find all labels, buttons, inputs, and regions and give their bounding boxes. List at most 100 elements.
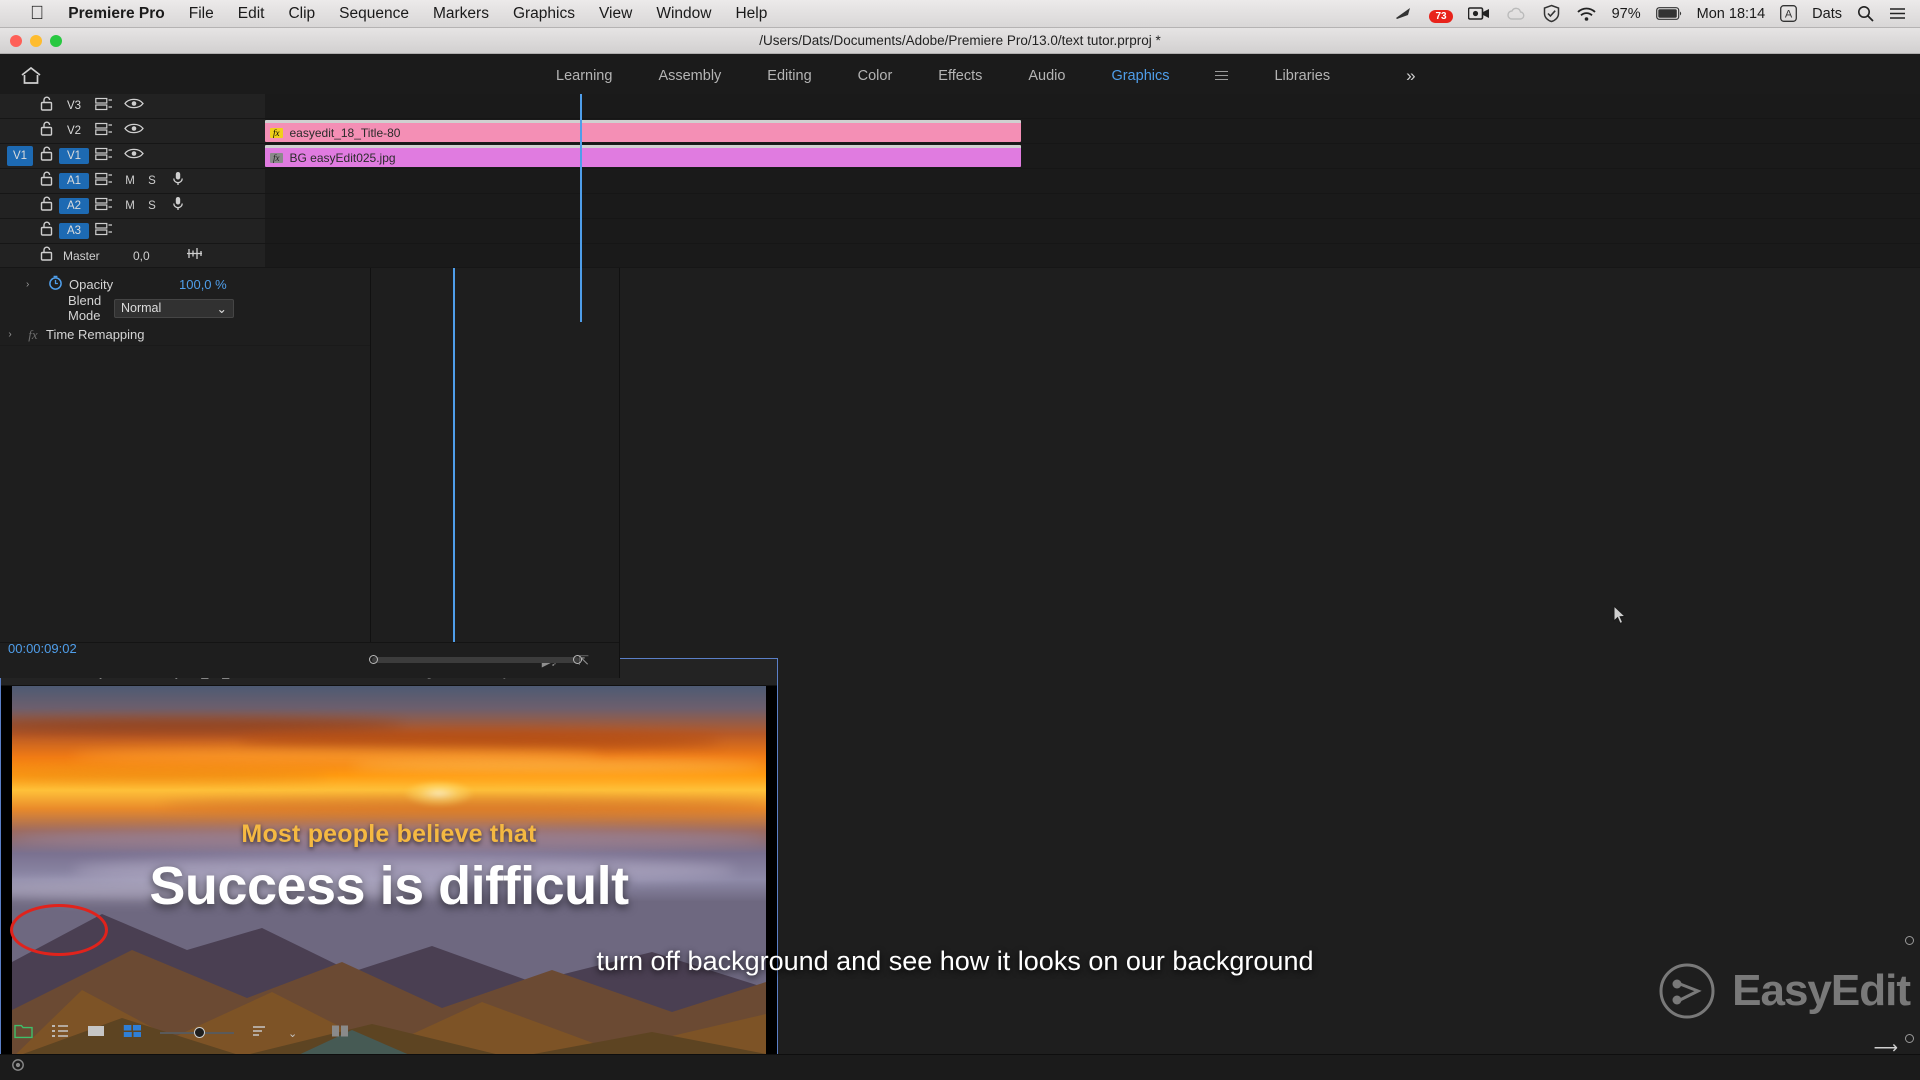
unlock-icon[interactable] [33,96,59,116]
menu-help[interactable]: Help [735,5,767,23]
track-output-icon[interactable] [89,122,119,141]
eye-icon[interactable] [119,97,149,115]
tab-assembly[interactable]: Assembly [658,68,721,84]
workspace-menu-icon[interactable] [1215,68,1229,83]
tab-libraries[interactable]: Libraries [1274,68,1330,84]
track-name-v1[interactable]: V1 [59,148,89,164]
master-level-value[interactable]: 0,0 [133,249,150,263]
unlock-icon[interactable] [33,221,59,241]
mute-button-a2[interactable]: M [119,200,141,212]
timeline-track-a3[interactable]: A3 [0,219,1920,244]
menu-edit[interactable]: Edit [238,5,265,23]
track-body-a1[interactable] [265,169,1920,193]
track-output-icon[interactable] [89,172,119,191]
minimize-window-button[interactable] [30,34,42,47]
tab-color[interactable]: Color [858,68,893,84]
track-name-v3[interactable]: V3 [59,98,89,114]
timeline-clip-bg[interactable]: fx BG easyEdit025.jpg [265,145,1021,167]
track-header-master[interactable]: Master 0,0 [0,244,265,267]
sync-lock-toggle[interactable] [7,221,33,241]
track-body-v3[interactable] [265,94,1920,118]
track-name-v2[interactable]: V2 [59,123,89,139]
spotlight-search-icon[interactable] [1857,5,1874,22]
sync-lock-toggle[interactable] [7,121,33,141]
microphone-icon[interactable] [163,171,193,191]
track-output-icon[interactable] [89,222,119,241]
menu-sequence[interactable]: Sequence [339,5,409,23]
track-body-v1[interactable]: fx BG easyEdit025.jpg [265,144,1920,168]
menu-file[interactable]: File [189,5,214,23]
mute-button-a1[interactable]: M [119,175,141,187]
apple-logo-icon[interactable]:  [30,4,44,23]
track-header-v1[interactable]: V1 V1 [0,144,265,168]
shield-vpn-icon[interactable] [1542,4,1561,23]
menu-app-name[interactable]: Premiere Pro [68,5,165,23]
track-header-v2[interactable]: V2 [0,119,265,143]
track-body-a2[interactable] [265,194,1920,218]
track-body-v2[interactable]: fx easyedit_18_Title-80 [265,119,1920,143]
account-name-label[interactable]: Dats [1812,6,1842,22]
menu-markers[interactable]: Markers [433,5,489,23]
timeline-track-master[interactable]: Master 0,0 [0,244,1920,268]
control-center-icon[interactable] [1889,6,1906,21]
timeline-track-v1[interactable]: V1 V1 fx BG easyEdit025.jpg [0,144,1920,169]
track-body-a3[interactable] [265,219,1920,243]
track-name-a1[interactable]: A1 [59,173,89,189]
unlock-icon[interactable] [33,171,59,191]
tab-editing[interactable]: Editing [767,68,811,84]
track-header-a1[interactable]: A1 M S [0,169,265,193]
vertical-scroll-handle-bottom[interactable] [1905,1034,1914,1043]
keyboard-layout-icon[interactable]: A [1780,5,1798,22]
microphone-icon[interactable] [163,196,193,216]
home-icon[interactable] [20,66,42,86]
track-output-icon[interactable] [89,97,119,116]
menu-window[interactable]: Window [656,5,711,23]
track-header-a3[interactable]: A3 [0,219,265,243]
sync-lock-toggle[interactable] [7,96,33,116]
audio-meter-icon[interactable] [186,247,203,265]
solo-button-a1[interactable]: S [141,175,163,187]
screen-record-icon[interactable] [1467,6,1490,21]
track-header-a2[interactable]: A2 M S [0,194,265,218]
menu-clip[interactable]: Clip [288,5,315,23]
eye-icon[interactable] [119,147,149,165]
sync-lock-toggle[interactable] [7,196,33,216]
tab-audio[interactable]: Audio [1028,68,1065,84]
track-output-icon[interactable] [89,147,119,166]
tab-learning[interactable]: Learning [556,68,612,84]
maximize-window-button[interactable] [50,34,62,47]
notification-badge[interactable]: 73 [1429,10,1453,23]
tab-effects[interactable]: Effects [938,68,982,84]
rocket-icon[interactable] [1394,6,1414,22]
menu-view[interactable]: View [599,5,632,23]
close-window-button[interactable] [10,34,22,47]
eye-icon[interactable] [119,122,149,140]
creative-cloud-icon[interactable] [1505,6,1527,21]
source-patch-v1[interactable]: V1 [7,146,33,166]
timeline-track-v2[interactable]: V2 fx easyedit_18_Title-80 [0,119,1920,144]
timeline-track-a1[interactable]: A1 M S [0,169,1920,194]
vertical-scroll-handle-top[interactable] [1905,936,1914,945]
battery-icon[interactable] [1655,7,1682,20]
macos-menu-bar:  Premiere Pro File Edit Clip Sequence M… [0,0,1920,28]
menu-bar-clock[interactable]: Mon 18:14 [1697,6,1766,22]
unlock-icon[interactable] [33,121,59,141]
sync-lock-toggle[interactable] [7,246,33,266]
unlock-icon[interactable] [33,246,59,266]
track-header-v3[interactable]: V3 [0,94,265,118]
timeline-track-a2[interactable]: A2 M S [0,194,1920,219]
sync-lock-toggle[interactable] [7,171,33,191]
unlock-icon[interactable] [33,196,59,216]
track-output-icon[interactable] [89,197,119,216]
menu-graphics[interactable]: Graphics [513,5,575,23]
wifi-icon[interactable] [1576,6,1597,22]
timeline-clip-title[interactable]: fx easyedit_18_Title-80 [265,120,1021,142]
workspace-overflow-icon[interactable]: » [1406,66,1415,86]
unlock-icon[interactable] [33,146,59,166]
tab-graphics[interactable]: Graphics [1111,68,1169,84]
track-name-a2[interactable]: A2 [59,198,89,214]
record-indicator-icon [10,1058,26,1077]
timeline-track-v3[interactable]: V3 [0,94,1920,119]
track-name-a3[interactable]: A3 [59,223,89,239]
solo-button-a2[interactable]: S [141,200,163,212]
